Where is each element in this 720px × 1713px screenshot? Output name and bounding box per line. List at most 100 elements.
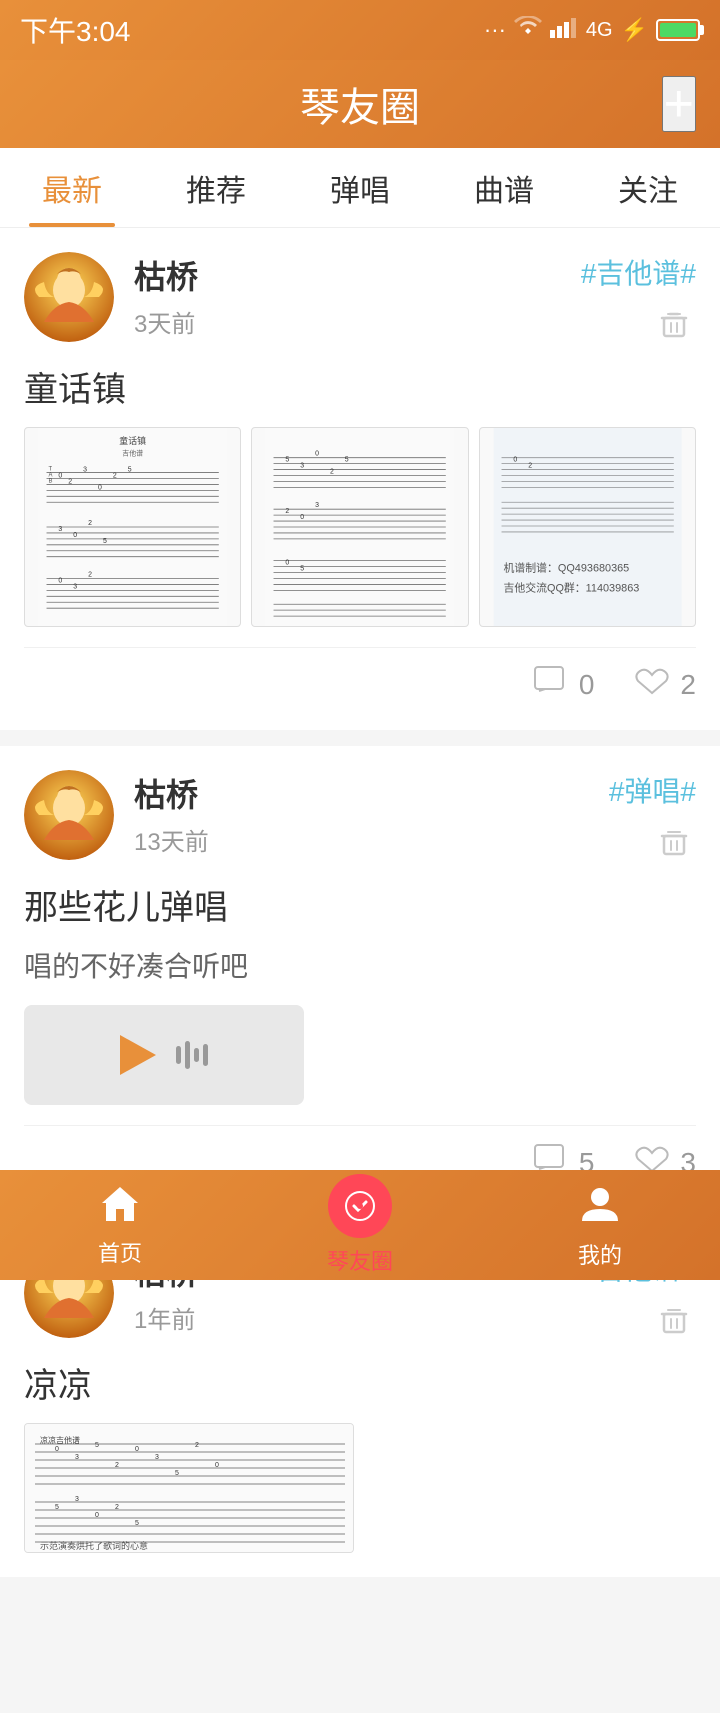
post-time: 1年前 (134, 1300, 581, 1335)
svg-text:3: 3 (73, 583, 77, 590)
post-header: 枯桥 3天前 #吉他谱# (24, 252, 696, 346)
svg-text:吉他交流QQ群：114039863: 吉他交流QQ群：114039863 (503, 580, 639, 594)
svg-text:2: 2 (113, 473, 117, 480)
app-header: 琴友圈 + (0, 60, 720, 148)
svg-text:凉凉吉他谱: 凉凉吉他谱 (40, 1435, 80, 1445)
comment-icon (533, 664, 569, 706)
comment-action[interactable]: 0 (533, 664, 595, 706)
tab-score[interactable]: 曲谱 (432, 148, 576, 227)
tab-follow[interactable]: 关注 (576, 148, 720, 227)
svg-text:示范演奏烘托了歌词的心意: 示范演奏烘托了歌词的心意 (40, 1540, 148, 1551)
delete-icon[interactable] (652, 1298, 696, 1342)
svg-text:5: 5 (128, 467, 132, 474)
charging-icon: ⚡ (621, 17, 648, 43)
nav-community-label: 琴友圈 (327, 1244, 393, 1276)
svg-text:0: 0 (58, 473, 62, 480)
svg-text:5: 5 (95, 1442, 99, 1449)
svg-text:0: 0 (135, 1446, 139, 1453)
like-icon (634, 664, 670, 706)
post-tag[interactable]: #吉他谱# (581, 252, 696, 292)
svg-text:0: 0 (98, 484, 102, 491)
post-title: 那些花儿弹唱 (24, 880, 696, 929)
svg-text:5: 5 (175, 1470, 179, 1477)
nav-home-label: 首页 (98, 1236, 142, 1268)
status-time: 下午3:04 (20, 10, 131, 50)
svg-text:3: 3 (301, 463, 305, 470)
delete-icon[interactable] (652, 820, 696, 864)
svg-text:2: 2 (88, 572, 92, 579)
signal-dots: ··· (484, 17, 506, 43)
community-icon-circle (328, 1174, 392, 1238)
post-desc: 唱的不好凑合听吧 (24, 945, 696, 985)
svg-text:机谱制谱：QQ493680365: 机谱制谱：QQ493680365 (503, 561, 629, 575)
svg-text:2: 2 (115, 1462, 119, 1469)
post-header-right: #吉他谱# (581, 252, 696, 346)
svg-text:0: 0 (315, 451, 319, 458)
play-button[interactable] (120, 1035, 156, 1075)
post-meta: 枯桥 13天前 (114, 770, 609, 857)
avatar[interactable] (24, 770, 114, 860)
wave-bar (203, 1044, 208, 1066)
signal-bars (550, 16, 578, 44)
svg-text:吉他谱: 吉他谱 (122, 449, 143, 458)
wifi-icon (514, 16, 542, 44)
svg-text:3: 3 (75, 1454, 79, 1461)
avatar[interactable] (24, 252, 114, 342)
svg-text:0: 0 (95, 1512, 99, 1519)
svg-text:3: 3 (58, 526, 62, 533)
nav-profile[interactable]: 我的 (480, 1181, 720, 1270)
svg-text:5: 5 (301, 566, 305, 573)
add-post-button[interactable]: + (662, 76, 696, 132)
svg-text:2: 2 (286, 508, 290, 515)
svg-text:2: 2 (115, 1504, 119, 1511)
post-title: 童话镇 (24, 362, 696, 411)
svg-text:0: 0 (73, 532, 77, 539)
sheet-image-2[interactable]: 5 3 0 2 5 2 0 3 (251, 427, 468, 627)
wave-bar (185, 1041, 190, 1069)
svg-text:5: 5 (345, 457, 349, 464)
bottom-nav: 首页 琴友圈 我的 (0, 1170, 720, 1280)
delete-icon[interactable] (652, 302, 696, 346)
post-username: 枯桥 (134, 770, 609, 816)
post-time: 13天前 (134, 822, 609, 857)
svg-text:0: 0 (286, 560, 290, 567)
like-action[interactable]: 2 (634, 664, 696, 706)
wave-bar (194, 1048, 199, 1062)
status-bar: 下午3:04 ··· 4G ⚡ (0, 0, 720, 60)
post-card: 枯桥 13天前 #弹唱# 那些花儿弹唱 唱的不好凑合听吧 (0, 746, 720, 1208)
svg-text:5: 5 (286, 457, 290, 464)
post-time: 3天前 (134, 304, 581, 339)
sheet-image-partial[interactable]: 凉凉吉他谱 0 3 5 2 0 3 5 2 0 5 3 (24, 1423, 354, 1553)
app-title: 琴友圈 (300, 75, 420, 133)
svg-text:3: 3 (315, 502, 319, 509)
sheet-images: 童话镇 吉他谱 T A B 0 2 3 (24, 427, 696, 627)
svg-text:2: 2 (528, 463, 532, 470)
post-title: 凉凉 (24, 1358, 696, 1407)
nav-community[interactable]: 琴友圈 (240, 1174, 480, 1276)
nav-home[interactable]: 首页 (0, 1183, 240, 1268)
audio-player[interactable] (24, 1005, 304, 1105)
tab-bar: 最新 推荐 弹唱 曲谱 关注 (0, 148, 720, 228)
svg-text:5: 5 (103, 538, 107, 545)
svg-text:2: 2 (68, 478, 72, 485)
tab-recommend[interactable]: 推荐 (144, 148, 288, 227)
network-type: 4G (586, 19, 613, 42)
sound-waves (176, 1041, 208, 1069)
tab-sing[interactable]: 弹唱 (288, 148, 432, 227)
sheet-image-3[interactable]: 0 2 机谱制谱：QQ493680365 吉他交流QQ群：114039863 (479, 427, 696, 627)
svg-text:2: 2 (88, 520, 92, 527)
post-card: 枯桥 3天前 #吉他谱# 童话镇 (0, 228, 720, 730)
post-tag[interactable]: #弹唱# (609, 770, 696, 810)
tab-latest[interactable]: 最新 (0, 148, 144, 227)
svg-text:0: 0 (301, 514, 305, 521)
post-header: 枯桥 13天前 #弹唱# (24, 770, 696, 864)
comment-count: 0 (579, 669, 595, 701)
svg-text:B: B (49, 478, 53, 484)
svg-text:0: 0 (513, 457, 517, 464)
home-icon (98, 1183, 142, 1230)
svg-text:2: 2 (330, 469, 334, 476)
svg-text:0: 0 (55, 1446, 59, 1453)
sheet-image-1[interactable]: 童话镇 吉他谱 T A B 0 2 3 (24, 427, 241, 627)
nav-profile-label: 我的 (578, 1238, 622, 1270)
status-icons: ··· 4G ⚡ (484, 16, 700, 44)
